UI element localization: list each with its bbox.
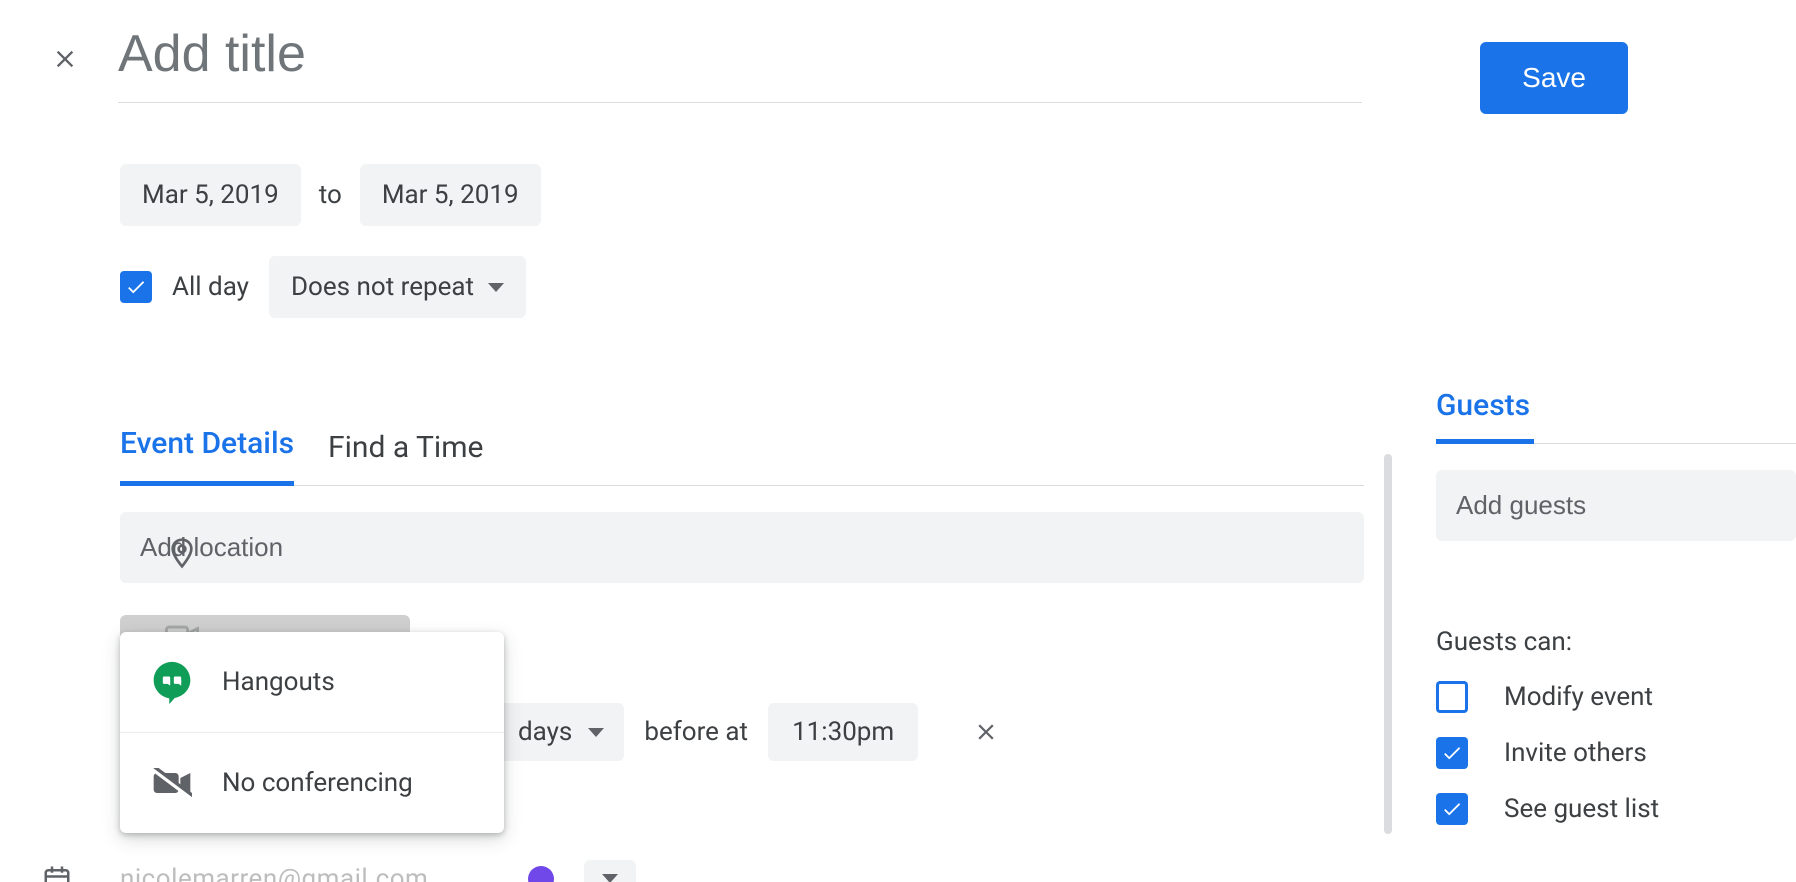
hangouts-icon: [150, 660, 194, 704]
see-guest-list-label: See guest list: [1504, 794, 1659, 824]
notification-time-chip[interactable]: 11:30pm: [768, 703, 918, 761]
title-underline: [118, 102, 1362, 103]
modify-event-checkbox[interactable]: [1436, 681, 1468, 713]
calendar-icon: [42, 864, 72, 882]
tab-guests[interactable]: Guests: [1436, 388, 1796, 444]
close-icon: [51, 45, 79, 73]
add-guests-input[interactable]: [1436, 470, 1796, 541]
all-day-label: All day: [172, 272, 249, 302]
end-date-chip[interactable]: Mar 5, 2019: [360, 164, 541, 226]
calendar-color-chip[interactable]: [528, 866, 554, 882]
save-button[interactable]: Save: [1480, 42, 1628, 114]
event-title-input[interactable]: [118, 18, 1362, 102]
location-icon: [166, 534, 198, 572]
close-button[interactable]: [42, 36, 88, 82]
invite-others-label: Invite others: [1504, 738, 1647, 768]
remove-notification-button[interactable]: [968, 714, 1004, 750]
conferencing-option-hangouts[interactable]: Hangouts: [120, 632, 504, 732]
conferencing-menu: Hangouts No conferencing: [120, 632, 504, 833]
all-day-checkbox[interactable]: [120, 271, 152, 303]
tab-find-a-time[interactable]: Find a Time: [328, 430, 483, 485]
conferencing-option-none-label: No conferencing: [222, 768, 413, 798]
calendar-email-label: nicolemarren@gmail.com: [120, 864, 428, 882]
calendar-color-dropdown[interactable]: [584, 860, 636, 882]
start-date-chip[interactable]: Mar 5, 2019: [120, 164, 301, 226]
chevron-down-icon: [488, 283, 504, 292]
close-icon: [973, 719, 999, 745]
chevron-down-icon: [602, 874, 618, 882]
notification-days-label: days: [518, 717, 572, 747]
notification-days-dropdown[interactable]: days: [498, 703, 624, 761]
modify-event-label: Modify event: [1504, 682, 1653, 712]
chevron-down-icon: [588, 728, 604, 737]
check-icon: [1441, 798, 1463, 820]
tab-event-details[interactable]: Event Details: [120, 426, 294, 486]
notification-before-at-label: before at: [644, 717, 748, 747]
scrollbar[interactable]: [1384, 454, 1392, 834]
check-icon: [1441, 742, 1463, 764]
guests-can-label: Guests can:: [1436, 627, 1796, 657]
date-to-label: to: [319, 180, 342, 210]
repeat-label: Does not repeat: [291, 272, 474, 302]
check-icon: [125, 276, 147, 298]
video-off-icon: [150, 761, 194, 805]
conferencing-option-none[interactable]: No conferencing: [120, 732, 504, 833]
see-guest-list-checkbox[interactable]: [1436, 793, 1468, 825]
location-input[interactable]: [120, 512, 1364, 583]
conferencing-option-hangouts-label: Hangouts: [222, 667, 335, 697]
repeat-dropdown[interactable]: Does not repeat: [269, 256, 526, 318]
invite-others-checkbox[interactable]: [1436, 737, 1468, 769]
